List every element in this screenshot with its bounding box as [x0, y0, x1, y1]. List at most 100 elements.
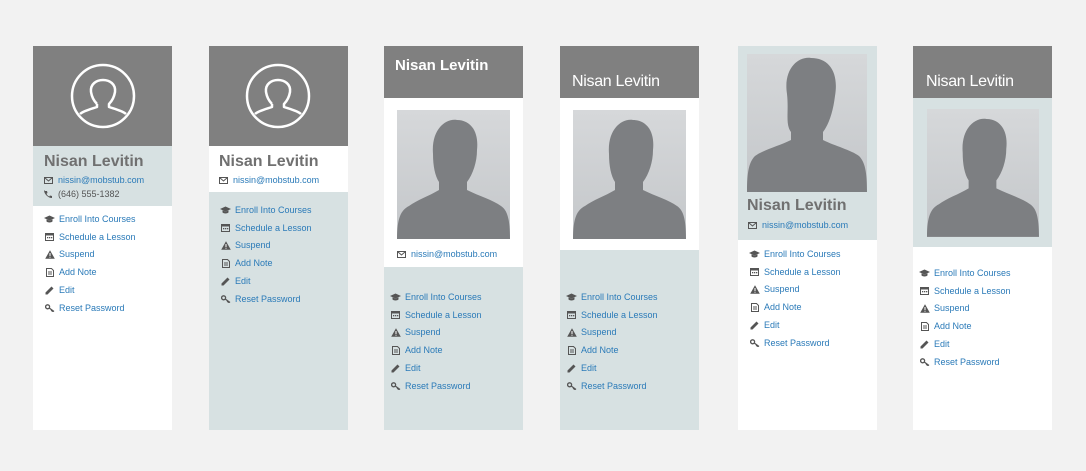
menu-suspend[interactable]: Suspend — [919, 300, 1011, 318]
key-icon — [566, 381, 577, 391]
key-icon — [220, 294, 231, 304]
envelope-icon — [44, 176, 55, 184]
email-row[interactable]: nissin@mobstub.com — [44, 175, 144, 185]
menu-edit[interactable]: Edit — [566, 359, 658, 377]
menu-edit[interactable]: Edit — [749, 316, 841, 334]
note-icon — [749, 302, 760, 312]
warning-icon — [919, 303, 930, 313]
menu-schedule[interactable]: Schedule a Lesson — [749, 263, 841, 281]
menu-enroll[interactable]: Enroll Into Courses — [44, 210, 136, 228]
pencil-icon — [749, 320, 760, 330]
warning-icon — [44, 249, 55, 259]
menu-suspend[interactable]: Suspend — [220, 237, 312, 255]
menu-suspend[interactable]: Suspend — [44, 246, 136, 264]
menu-reset-password[interactable]: Reset Password — [390, 377, 482, 395]
menu-edit[interactable]: Edit — [220, 272, 312, 290]
menu-suspend[interactable]: Suspend — [390, 324, 482, 342]
menu-enroll[interactable]: Enroll Into Courses — [390, 288, 482, 306]
profile-photo — [927, 109, 1039, 237]
calendar-icon — [749, 267, 760, 277]
menu-enroll[interactable]: Enroll Into Courses — [220, 201, 312, 219]
menu-reset-password[interactable]: Reset Password — [220, 290, 312, 308]
menu-edit[interactable]: Edit — [390, 359, 482, 377]
menu-enroll[interactable]: Enroll Into Courses — [749, 245, 841, 263]
note-icon — [566, 345, 577, 355]
menu-edit[interactable]: Edit — [44, 281, 136, 299]
menu-suspend[interactable]: Suspend — [566, 324, 658, 342]
email-link[interactable]: nissin@mobstub.com — [58, 175, 144, 185]
user-name: Nisan Levitin — [747, 197, 847, 214]
warning-icon — [566, 327, 577, 337]
warning-icon — [220, 240, 231, 250]
menu-reset-password[interactable]: Reset Password — [566, 377, 658, 395]
email-row[interactable]: nissin@mobstub.com — [397, 249, 497, 259]
calendar-icon — [566, 310, 577, 320]
profile-photo — [573, 110, 686, 239]
graduation-cap-icon — [919, 268, 930, 278]
silhouette-image — [397, 119, 510, 239]
menu-enroll[interactable]: Enroll Into Courses — [566, 288, 658, 306]
phone-row: (646) 555-1382 — [44, 189, 120, 199]
user-name: Nisan Levitin — [44, 153, 144, 170]
menu-add-note[interactable]: Add Note — [44, 263, 136, 281]
graduation-cap-icon — [749, 249, 760, 259]
pencil-icon — [220, 276, 231, 286]
note-icon — [390, 345, 401, 355]
calendar-icon — [44, 232, 55, 242]
graduation-cap-icon — [390, 292, 401, 302]
key-icon — [749, 338, 760, 348]
email-row[interactable]: nissin@mobstub.com — [748, 220, 848, 230]
menu-schedule[interactable]: Schedule a Lesson — [390, 306, 482, 324]
avatar-header — [209, 46, 348, 146]
note-icon — [919, 321, 930, 331]
menu-schedule[interactable]: Schedule a Lesson — [220, 219, 312, 237]
menu-reset-password[interactable]: Reset Password — [44, 299, 136, 317]
action-menu: Enroll Into Courses Schedule a Lesson Su… — [220, 201, 312, 308]
menu-schedule[interactable]: Schedule a Lesson — [44, 228, 136, 246]
menu-add-note[interactable]: Add Note — [566, 341, 658, 359]
profile-card-2: Nisan Levitin nissin@mobstub.com Enroll … — [209, 46, 348, 430]
menu-reset-password[interactable]: Reset Password — [749, 334, 841, 352]
silhouette-image — [747, 57, 867, 192]
email-link[interactable]: nissin@mobstub.com — [762, 220, 848, 230]
silhouette-image — [927, 118, 1039, 237]
action-menu: Enroll Into Courses Schedule a Lesson Su… — [919, 264, 1011, 371]
menu-enroll[interactable]: Enroll Into Courses — [919, 264, 1011, 282]
menu-reset-password[interactable]: Reset Password — [919, 353, 1011, 371]
profile-card-4: Nisan Levitin Enroll Into Courses Schedu… — [560, 46, 699, 430]
calendar-icon — [220, 223, 231, 233]
menu-add-note[interactable]: Add Note — [749, 298, 841, 316]
envelope-icon — [748, 221, 759, 229]
menu-schedule[interactable]: Schedule a Lesson — [566, 306, 658, 324]
action-menu: Enroll Into Courses Schedule a Lesson Su… — [749, 245, 841, 352]
menu-add-note[interactable]: Add Note — [919, 317, 1011, 335]
email-row[interactable]: nissin@mobstub.com — [219, 175, 319, 185]
menu-add-note[interactable]: Add Note — [390, 341, 482, 359]
menu-schedule[interactable]: Schedule a Lesson — [919, 282, 1011, 300]
phone-icon — [44, 190, 55, 198]
menu-add-note[interactable]: Add Note — [220, 254, 312, 272]
action-menu: Enroll Into Courses Schedule a Lesson Su… — [44, 210, 136, 317]
envelope-icon — [397, 250, 408, 258]
menu-suspend[interactable]: Suspend — [749, 281, 841, 299]
calendar-icon — [919, 286, 930, 296]
profile-photo — [747, 54, 867, 192]
menu-edit[interactable]: Edit — [919, 335, 1011, 353]
user-name: Nisan Levitin — [395, 57, 489, 74]
warning-icon — [390, 327, 401, 337]
profile-card-3: Nisan Levitin nissin@mobstub.com Enroll … — [384, 46, 523, 430]
graduation-cap-icon — [566, 292, 577, 302]
user-avatar-icon — [70, 63, 136, 129]
email-link[interactable]: nissin@mobstub.com — [411, 249, 497, 259]
note-icon — [220, 258, 231, 268]
user-name: Nisan Levitin — [572, 73, 660, 90]
envelope-icon — [219, 176, 230, 184]
email-link[interactable]: nissin@mobstub.com — [233, 175, 319, 185]
key-icon — [390, 381, 401, 391]
warning-icon — [749, 284, 760, 294]
pencil-icon — [566, 363, 577, 373]
user-avatar-icon — [245, 63, 311, 129]
action-menu: Enroll Into Courses Schedule a Lesson Su… — [566, 288, 658, 395]
pencil-icon — [44, 285, 55, 295]
phone-number: (646) 555-1382 — [58, 189, 120, 199]
